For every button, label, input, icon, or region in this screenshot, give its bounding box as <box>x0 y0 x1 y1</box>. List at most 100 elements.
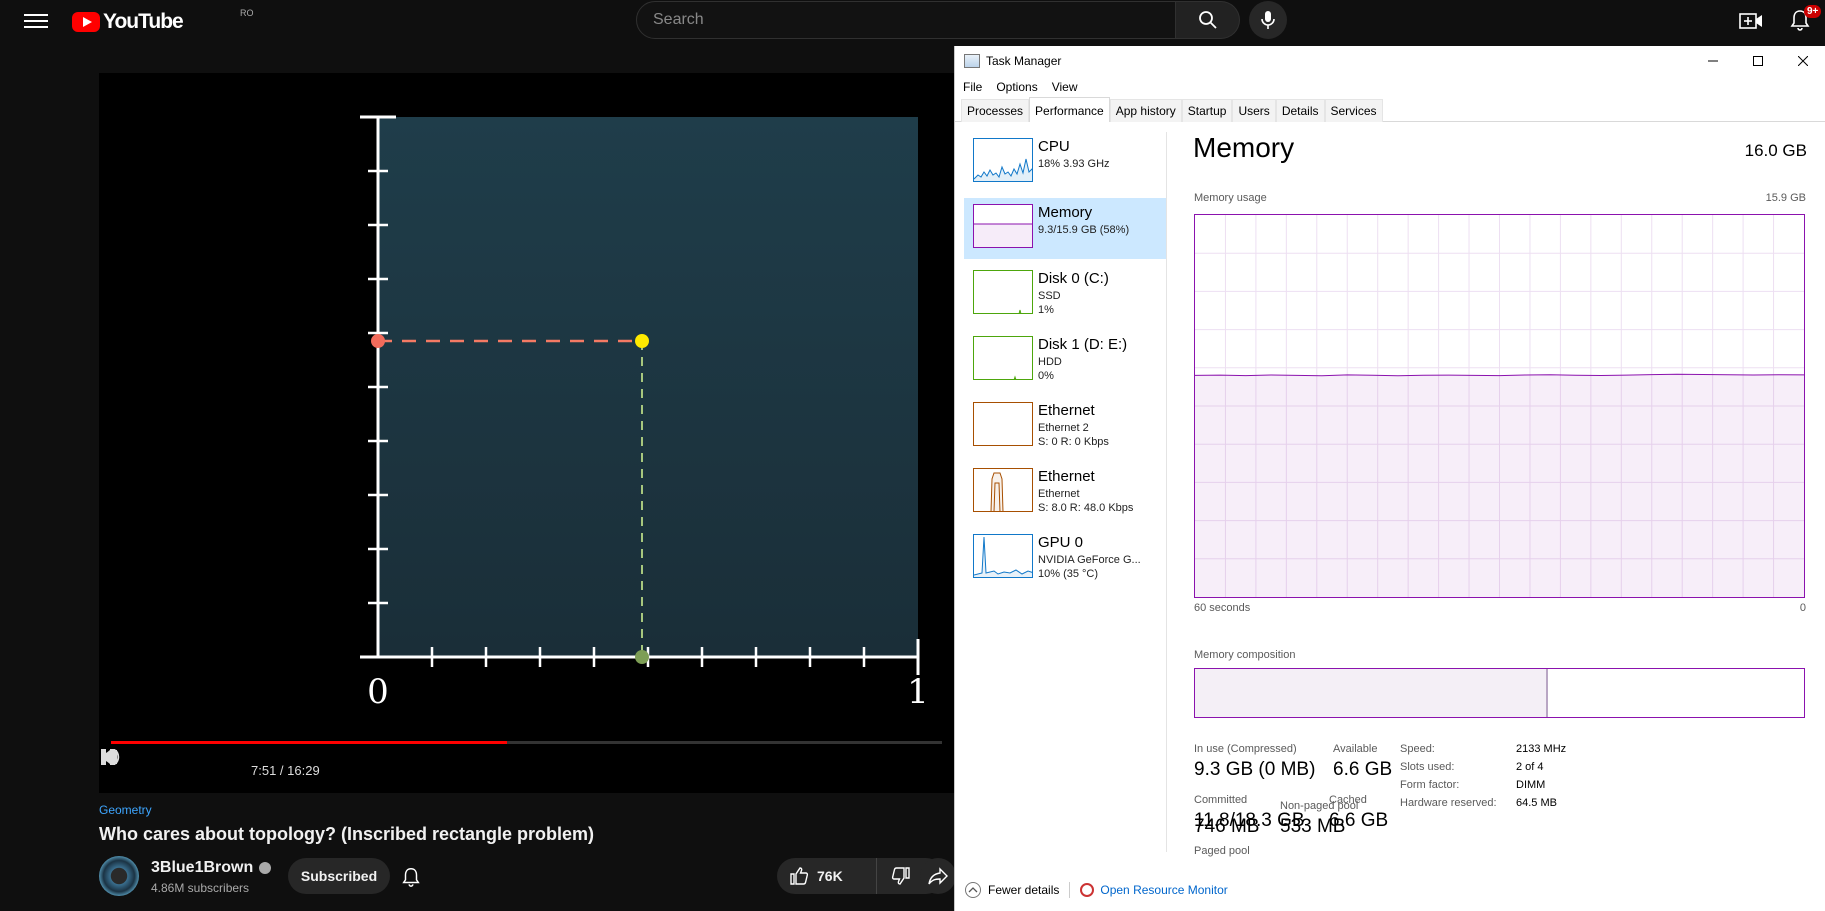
volume-button[interactable] <box>101 749 237 788</box>
channel-notification-button[interactable] <box>400 866 422 888</box>
sidebar-gpu0-model: NVIDIA GeForce G... <box>1038 554 1141 566</box>
menu-icon[interactable] <box>24 10 48 32</box>
channel-name-text: 3Blue1Brown <box>151 859 254 876</box>
next-button[interactable] <box>102 750 191 788</box>
create-video-icon <box>1739 13 1762 29</box>
youtube-masthead: YouTube RO 9+ <box>0 0 1825 42</box>
subscriber-count: 4.86M subscribers <box>151 881 250 895</box>
disk0-thumbnail-graph <box>973 270 1033 314</box>
slots-value: 2 of 4 <box>1516 761 1544 773</box>
minimize-button[interactable] <box>1690 46 1735 76</box>
available-value: 6.6 GB <box>1333 759 1393 780</box>
maximize-button[interactable] <box>1735 46 1780 76</box>
sidebar-disk1-usage: 0% <box>1038 370 1054 382</box>
like-dislike-bar: 76K <box>777 858 944 894</box>
search-input[interactable] <box>637 2 1175 38</box>
thumbs-up-icon <box>790 867 809 885</box>
player-controls: 7:51 / 16:29 <box>99 747 954 793</box>
gpu0-thumbnail-graph <box>973 534 1033 578</box>
ethernet2-thumbnail-graph <box>973 402 1033 446</box>
paged-pool-value: 746 MB <box>1194 816 1260 837</box>
sidebar-memory-name: Memory <box>1038 204 1093 221</box>
tab-app-history[interactable]: App history <box>1109 99 1182 122</box>
like-button[interactable]: 76K <box>777 858 877 894</box>
form-factor-label: Form factor: <box>1400 779 1460 791</box>
voice-search-button[interactable] <box>1249 1 1287 39</box>
subscribe-button[interactable]: Subscribed <box>288 858 390 894</box>
bell-icon <box>402 868 420 887</box>
sidebar-item-disk0[interactable]: Disk 0 (C:) SSD 1% <box>964 264 1166 325</box>
resource-monitor-icon <box>1080 883 1095 897</box>
tab-users[interactable]: Users <box>1232 99 1276 122</box>
channel-name[interactable]: 3Blue1Brown <box>151 859 272 877</box>
sidebar-item-ethernet2[interactable]: Ethernet Ethernet 2 S: 0 R: 0 Kbps <box>964 396 1166 457</box>
menu-options[interactable]: Options <box>996 80 1037 94</box>
search-box[interactable] <box>636 1 1176 39</box>
open-resource-monitor-label: Open Resource Monitor <box>1100 883 1228 897</box>
thumbs-down-icon <box>891 867 910 885</box>
sidebar-ethernet2-rate: S: 0 R: 0 Kbps <box>1038 436 1109 448</box>
create-button[interactable] <box>1738 8 1764 34</box>
memory-panel: Memory 16.0 GB Memory usage 15.9 GB 60 s… <box>1193 132 1818 857</box>
sidebar-gpu0-name: GPU 0 <box>1038 534 1084 551</box>
composition-in-use <box>1195 669 1549 717</box>
moving-point <box>635 334 649 348</box>
sidebar-disk0-usage: 1% <box>1038 304 1054 316</box>
axis-label-zero: 0 <box>367 672 389 712</box>
paged-pool-label: Paged pool <box>1194 845 1250 857</box>
title-bar[interactable]: Task Manager <box>955 46 1825 76</box>
tab-bar: Processes Performance App history Startu… <box>955 97 1825 122</box>
sidebar-ethernet-rate: S: 8.0 R: 48.0 Kbps <box>1038 502 1134 514</box>
disk1-thumbnail-graph <box>973 336 1033 380</box>
sidebar-item-disk1[interactable]: Disk 1 (D: E:) HDD 0% <box>964 330 1166 391</box>
minimize-icon <box>1707 60 1718 62</box>
performance-sidebar: CPU 18% 3.93 GHz Memory 9.3/15.9 GB (58%… <box>959 132 1167 852</box>
open-resource-monitor-link[interactable]: Open Resource Monitor <box>1080 883 1228 897</box>
progress-bar[interactable] <box>111 741 942 744</box>
menu-view[interactable]: View <box>1052 80 1078 94</box>
non-paged-pool-label: Non-paged pool <box>1280 800 1359 812</box>
menu-bar: File Options View <box>955 76 1825 98</box>
task-manager-icon <box>964 54 980 68</box>
axis-label-one: 1 <box>907 672 929 712</box>
maximize-icon <box>1752 56 1763 66</box>
dislike-button[interactable] <box>877 858 925 894</box>
share-button[interactable] <box>920 858 956 894</box>
video-hashtag[interactable]: Geometry <box>99 803 152 817</box>
tab-services[interactable]: Services <box>1324 99 1383 122</box>
search-button[interactable] <box>1176 1 1240 39</box>
memory-usage-area <box>1195 374 1804 597</box>
country-code: RO <box>240 8 254 18</box>
youtube-logo[interactable]: YouTube RO <box>72 8 254 34</box>
sidebar-ethernet2-name: Ethernet <box>1038 402 1095 419</box>
channel-avatar[interactable] <box>99 856 139 896</box>
non-paged-pool-value: 533 MB <box>1280 816 1346 837</box>
y-value-point <box>371 334 385 348</box>
tab-performance[interactable]: Performance <box>1029 97 1110 122</box>
time-display: 7:51 / 16:29 <box>251 762 320 778</box>
footer-divider <box>1069 882 1071 898</box>
sidebar-item-ethernet[interactable]: Ethernet Ethernet S: 8.0 R: 48.0 Kbps <box>964 462 1166 523</box>
tab-startup[interactable]: Startup <box>1181 99 1233 122</box>
memory-total: 16.0 GB <box>1744 141 1807 160</box>
graph-time-label: 60 seconds <box>1194 602 1251 614</box>
sidebar-ethernet-name: Ethernet <box>1038 468 1095 485</box>
memory-composition-label: Memory composition <box>1194 649 1296 661</box>
form-factor-value: DIMM <box>1516 779 1546 791</box>
sidebar-item-gpu0[interactable]: GPU 0 NVIDIA GeForce G... 10% (35 °C) <box>964 528 1166 589</box>
menu-file[interactable]: File <box>963 80 982 94</box>
sidebar-item-memory[interactable]: Memory 9.3/15.9 GB (58%) <box>964 198 1166 259</box>
task-manager-footer: Fewer details Open Resource Monitor <box>955 869 1825 911</box>
sidebar-item-cpu[interactable]: CPU 18% 3.93 GHz <box>964 132 1166 193</box>
cpu-thumbnail-graph <box>973 138 1033 182</box>
video-player[interactable]: 0 1 7:51 / 16:29 <box>99 73 954 793</box>
memory-usage-max: 15.9 GB <box>1765 192 1806 204</box>
slots-label: Slots used: <box>1400 761 1455 773</box>
composition-available <box>1548 669 1804 717</box>
close-button[interactable] <box>1780 46 1825 76</box>
x-value-point <box>635 650 649 664</box>
tab-processes[interactable]: Processes <box>961 99 1030 122</box>
available-label: Available <box>1333 743 1378 755</box>
tab-details[interactable]: Details <box>1275 99 1325 122</box>
fewer-details-button[interactable]: Fewer details <box>965 882 1059 898</box>
